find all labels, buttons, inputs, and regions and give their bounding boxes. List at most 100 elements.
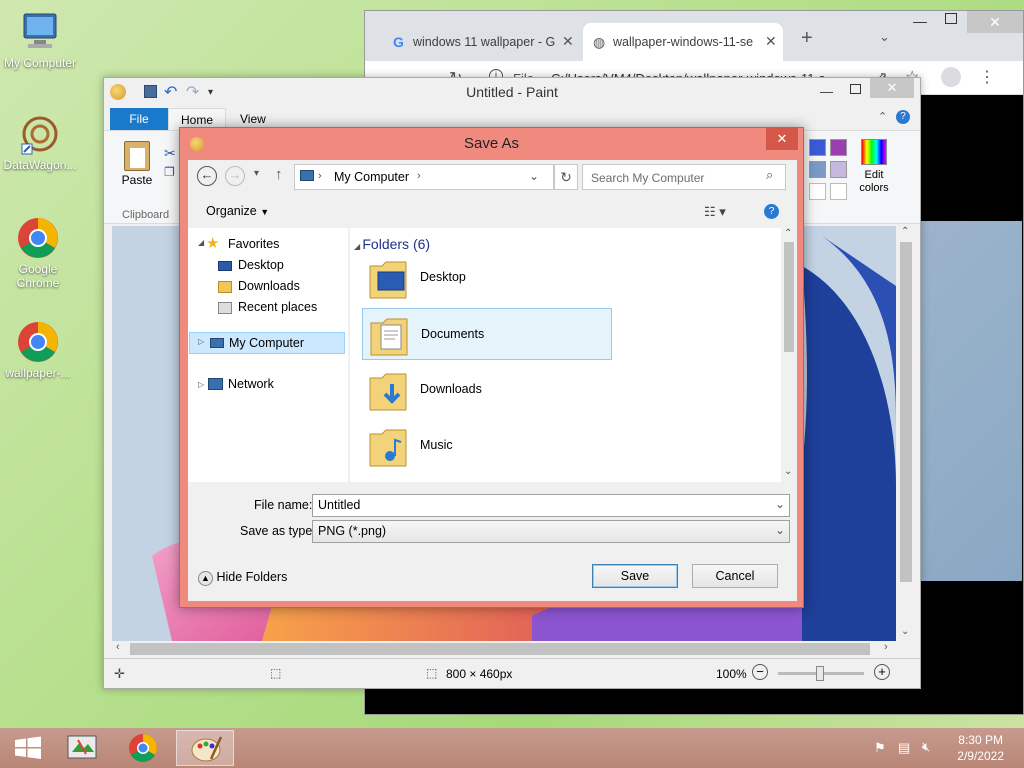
search-icon[interactable]: ⌕ bbox=[766, 167, 773, 183]
folder-item-documents[interactable]: Documents bbox=[362, 308, 612, 360]
copy-icon[interactable]: ❐ bbox=[164, 165, 175, 179]
close-tab-icon[interactable]: ✕ bbox=[765, 33, 777, 50]
scroll-thumb[interactable] bbox=[130, 643, 870, 655]
new-tab-icon[interactable]: + bbox=[801, 27, 813, 50]
music-folder-icon bbox=[369, 429, 407, 467]
back-icon[interactable]: ← bbox=[197, 166, 217, 186]
scroll-right-icon[interactable]: › bbox=[884, 641, 888, 653]
file-name-input[interactable]: Untitled ⌄ bbox=[312, 494, 790, 517]
tab-file[interactable]: File bbox=[110, 108, 168, 130]
address-bar[interactable]: › My Computer › ⌄ bbox=[294, 164, 554, 190]
help-icon[interactable]: ? bbox=[764, 204, 779, 219]
profile-icon[interactable] bbox=[941, 67, 961, 87]
taskbar: ⚑ ▤ 🔇︎ 8:30 PM 2/9/2022 bbox=[0, 728, 1024, 768]
minimize-icon[interactable]: — bbox=[820, 78, 833, 106]
nav-network[interactable]: Network bbox=[228, 377, 274, 391]
volume-muted-icon[interactable]: 🔇︎ bbox=[922, 739, 930, 755]
undo-icon[interactable]: ↶ bbox=[164, 79, 177, 107]
color-swatch[interactable] bbox=[809, 161, 826, 178]
desktop-icon-wallpaper[interactable]: wallpaper-... bbox=[0, 320, 78, 380]
folder-item-music[interactable]: Music bbox=[362, 420, 612, 472]
chrome-icon bbox=[16, 320, 60, 364]
scroll-thumb[interactable] bbox=[900, 242, 912, 582]
files-scrollbar[interactable]: ⌃ ⌄ bbox=[781, 228, 797, 482]
menu-dots-icon[interactable]: ⋮ bbox=[979, 67, 995, 87]
scroll-left-icon[interactable]: ‹ bbox=[116, 641, 120, 653]
scroll-down-icon[interactable]: ⌄ bbox=[901, 626, 909, 637]
network-tray-icon[interactable]: ▤ bbox=[898, 740, 910, 756]
close-dialog-button[interactable]: ✕ bbox=[766, 128, 798, 150]
up-icon[interactable]: ↑ bbox=[275, 166, 283, 183]
scroll-thumb[interactable] bbox=[784, 242, 794, 352]
paste-button[interactable]: Paste bbox=[114, 137, 160, 197]
chevron-down-icon[interactable]: ⌄ bbox=[775, 497, 785, 511]
expand-arrow-icon[interactable]: ◢ bbox=[198, 238, 204, 247]
help-icon[interactable]: ? bbox=[896, 110, 910, 124]
close-window-button[interactable]: ✕ bbox=[870, 78, 914, 98]
color-swatch[interactable] bbox=[809, 139, 826, 156]
scroll-up-icon[interactable]: ⌃ bbox=[901, 226, 909, 237]
expand-arrow-icon[interactable]: ▷ bbox=[198, 380, 204, 389]
organize-button[interactable]: Organize ▼ bbox=[206, 204, 269, 218]
chevron-down-icon[interactable]: ⌄ bbox=[775, 523, 785, 537]
zoom-slider[interactable] bbox=[778, 666, 864, 681]
hide-folders-button[interactable]: ▲ Hide Folders bbox=[198, 570, 287, 586]
close-tab-icon[interactable]: ✕ bbox=[562, 33, 574, 50]
start-button[interactable] bbox=[0, 730, 58, 766]
taskbar-datawagon[interactable] bbox=[54, 730, 112, 766]
color-swatch[interactable] bbox=[809, 183, 826, 200]
taskbar-chrome[interactable] bbox=[114, 730, 172, 766]
image-size-icon: ⬚ bbox=[426, 666, 438, 680]
action-center-flag-icon[interactable]: ⚑ bbox=[874, 740, 886, 756]
organize-label: Organize bbox=[206, 204, 257, 218]
desktop-icon-datawagon[interactable]: DataWagon... bbox=[0, 112, 80, 172]
horizontal-scrollbar[interactable]: ‹ › bbox=[112, 641, 896, 657]
close-window-button[interactable]: ✕ bbox=[967, 11, 1023, 33]
save-quick-icon[interactable] bbox=[144, 85, 157, 98]
color-swatch[interactable] bbox=[830, 183, 847, 200]
taskbar-paint[interactable] bbox=[176, 730, 234, 766]
desktop-icon-my-computer[interactable]: My Computer bbox=[0, 10, 80, 70]
recent-locations-icon[interactable]: ▾ bbox=[254, 168, 259, 179]
redo-icon[interactable]: ↷ bbox=[186, 79, 199, 107]
view-options-icon[interactable]: ☷ ▾ bbox=[704, 204, 726, 220]
tab-search-icon[interactable]: ⌄ bbox=[879, 29, 890, 45]
forward-icon[interactable]: → bbox=[225, 166, 245, 186]
nav-recent-places[interactable]: Recent places bbox=[238, 300, 317, 314]
expand-arrow-icon[interactable]: ▷ bbox=[198, 337, 204, 346]
vertical-scrollbar[interactable]: ⌃ ⌄ bbox=[898, 226, 914, 641]
save-as-type-select[interactable]: PNG (*.png) ⌄ bbox=[312, 520, 790, 543]
taskbar-clock[interactable]: 8:30 PM 2/9/2022 bbox=[957, 732, 1004, 764]
chrome-tab-wallpaper[interactable]: ◍ wallpaper-windows-11-se bbox=[583, 23, 783, 61]
nav-favorites[interactable]: Favorites bbox=[228, 237, 279, 251]
cancel-button[interactable]: Cancel bbox=[692, 564, 778, 588]
minimize-icon[interactable]: — bbox=[913, 13, 927, 29]
maximize-icon[interactable] bbox=[850, 84, 861, 94]
search-input[interactable]: Search My Computer bbox=[582, 164, 786, 190]
folder-item-downloads[interactable]: Downloads bbox=[362, 364, 612, 416]
maximize-icon[interactable] bbox=[945, 13, 957, 24]
nav-desktop[interactable]: Desktop bbox=[238, 258, 284, 272]
zoom-slider-thumb[interactable] bbox=[816, 666, 824, 681]
cut-icon[interactable]: ✂ bbox=[164, 145, 176, 162]
chrome-tab-search[interactable]: G windows 11 wallpaper - G bbox=[383, 23, 583, 61]
qat-dropdown-icon[interactable]: ▾ bbox=[208, 79, 213, 107]
downloads-folder-icon bbox=[369, 373, 407, 411]
address-dropdown-icon[interactable]: ⌄ bbox=[529, 169, 539, 183]
zoom-in-icon[interactable]: + bbox=[874, 664, 890, 680]
desktop-icon-google-chrome[interactable]: Google Chrome bbox=[0, 216, 78, 290]
collapse-ribbon-icon[interactable]: ⌃ bbox=[878, 110, 887, 123]
breadcrumb-my-computer[interactable]: My Computer bbox=[334, 170, 409, 184]
scroll-up-icon[interactable]: ⌃ bbox=[784, 228, 792, 239]
folders-group-header[interactable]: ◢ Folders (6) bbox=[354, 236, 430, 252]
zoom-out-icon[interactable]: − bbox=[752, 664, 768, 680]
color-swatch[interactable] bbox=[830, 139, 847, 156]
save-button[interactable]: Save bbox=[592, 564, 678, 588]
refresh-icon[interactable]: ↻ bbox=[554, 164, 578, 190]
color-swatch[interactable] bbox=[830, 161, 847, 178]
scroll-down-icon[interactable]: ⌄ bbox=[784, 466, 792, 477]
edit-colors-button[interactable]: Edit colors bbox=[854, 139, 894, 201]
folder-item-desktop[interactable]: Desktop bbox=[362, 252, 612, 304]
nav-downloads[interactable]: Downloads bbox=[238, 279, 300, 293]
nav-my-computer-row[interactable]: ▷ My Computer bbox=[189, 332, 345, 354]
